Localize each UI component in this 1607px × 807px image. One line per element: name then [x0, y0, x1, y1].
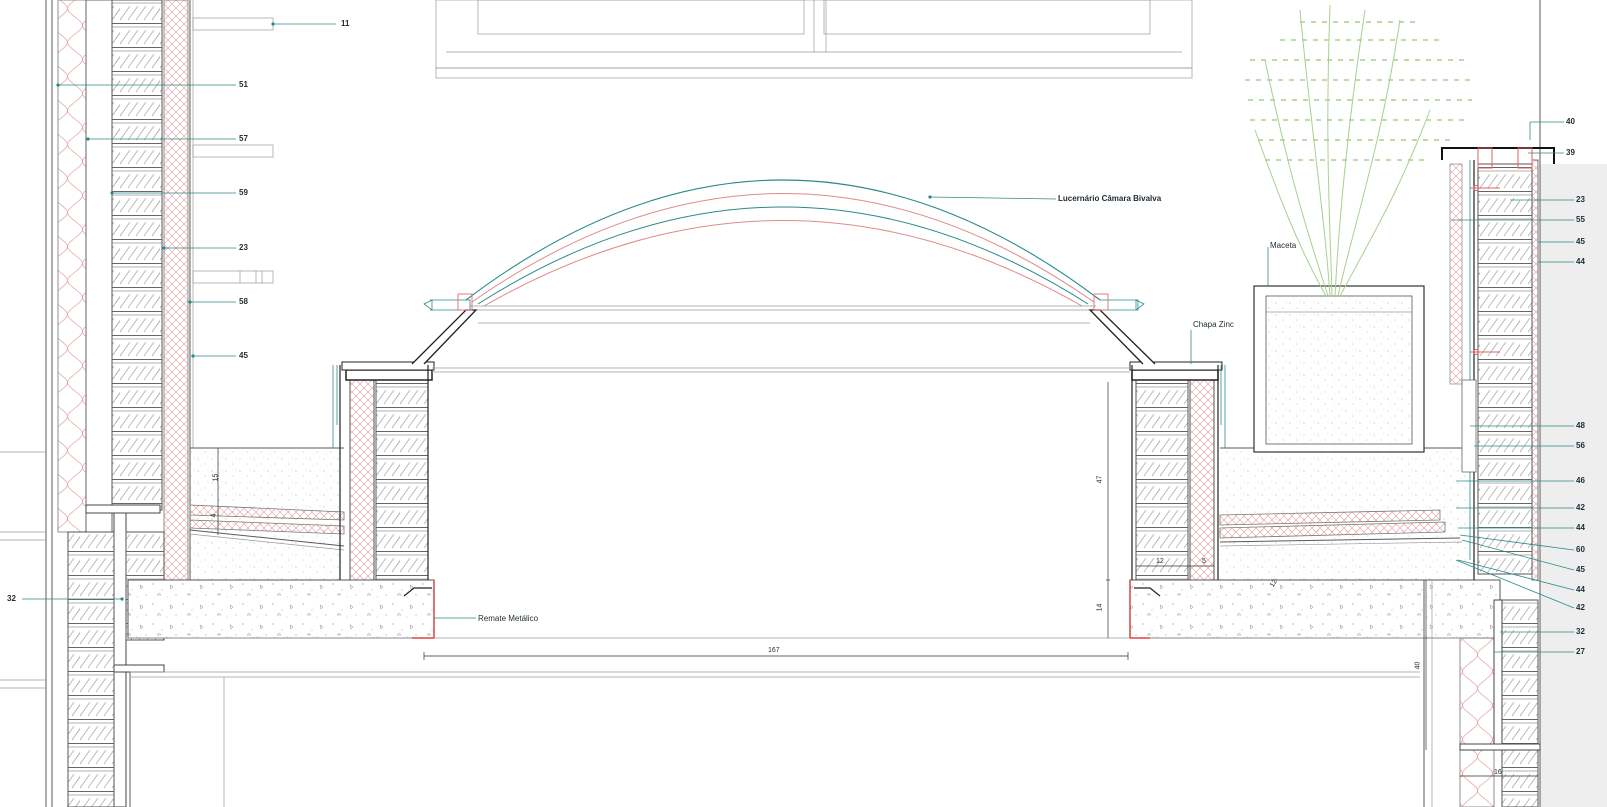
- left-wall-section: [0, 0, 274, 807]
- planter: [1253, 285, 1425, 453]
- right-parapet: [1423, 0, 1607, 807]
- left-roof-buildup: [189, 361, 435, 597]
- skylight-dome: [411, 179, 1156, 373]
- plant: [1245, 4, 1475, 297]
- window-frame: [435, 0, 1193, 79]
- section-drawing: [0, 0, 1607, 807]
- floor-slab: [127, 579, 1501, 807]
